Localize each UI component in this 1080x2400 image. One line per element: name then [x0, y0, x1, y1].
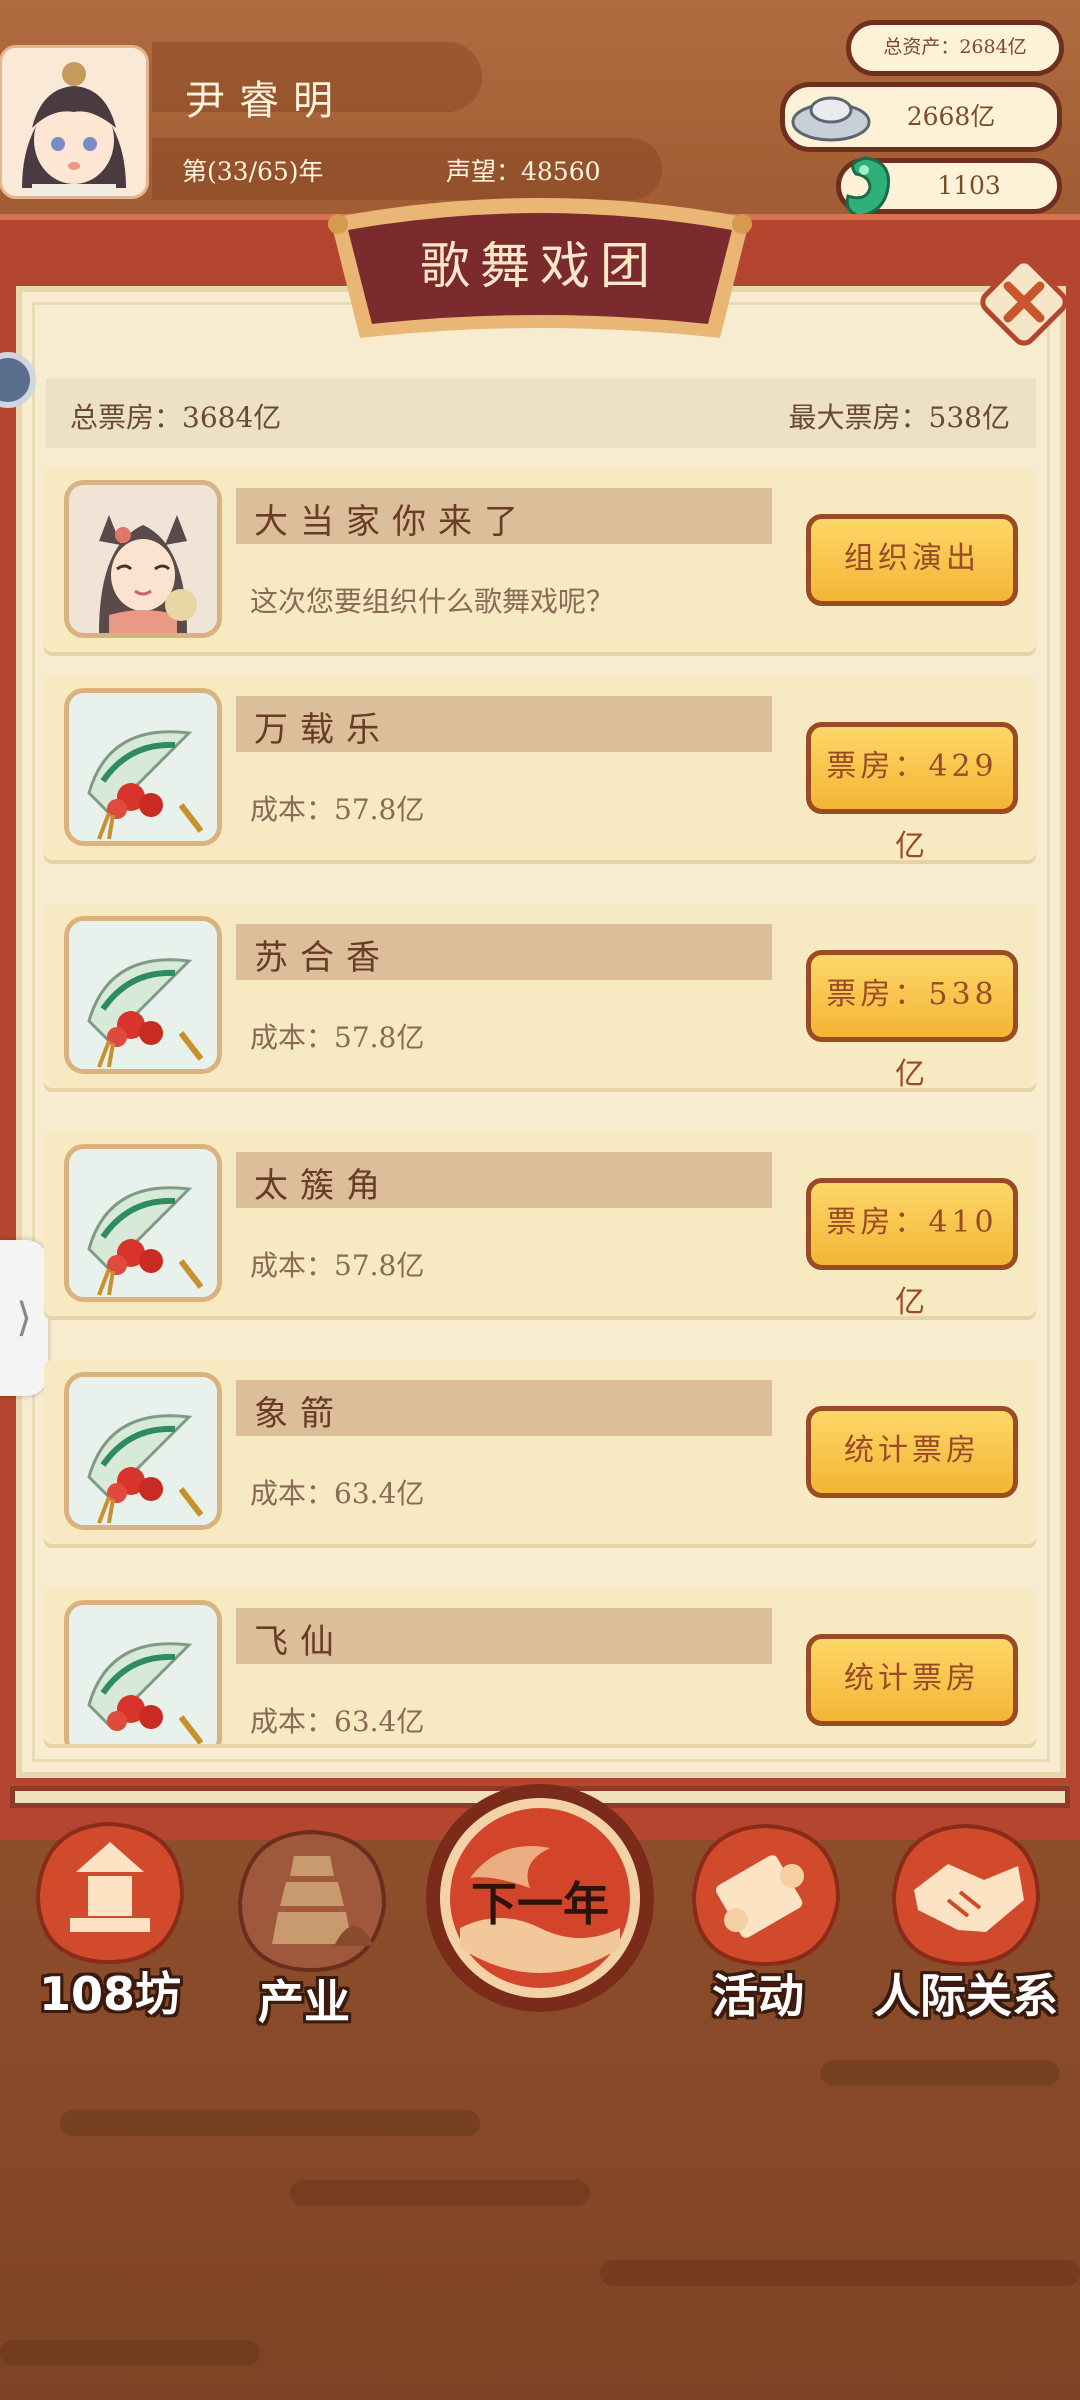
expand-tab[interactable]: ⟩: [0, 1240, 48, 1396]
character-portrait-icon: [64, 480, 222, 638]
panel-title: 歌舞戏团: [420, 237, 660, 295]
nav-108-fang[interactable]: 108坊: [32, 1818, 188, 2021]
year-counter: 第(33/65)年: [182, 157, 324, 186]
row-title: 万载乐: [254, 710, 392, 750]
scroll-icon: [691, 1823, 841, 1967]
fan-icon: [64, 1600, 222, 1744]
fan-icon: [64, 1144, 222, 1302]
fan-icon: [64, 688, 222, 846]
cloud-decoration: [60, 2110, 480, 2136]
box-office-button[interactable]: 票房：410亿: [806, 1178, 1018, 1320]
row-subtitle: 成本：57.8亿: [250, 1021, 425, 1054]
list-item: 大当家你来了 这次您要组织什么歌舞戏呢？ 组织演出: [44, 468, 1036, 652]
count-box-office-button[interactable]: 统计票房: [806, 1406, 1018, 1498]
count-box-office-button[interactable]: 统计票房: [806, 1634, 1018, 1726]
max-box-office: 最大票房：538亿: [788, 401, 1010, 434]
nav-industry[interactable]: 产业: [234, 1826, 390, 2029]
next-year-label: 下一年: [471, 1877, 609, 1931]
row-subtitle: 成本：57.8亿: [250, 1249, 425, 1282]
pavilion-icon: [35, 1821, 185, 1965]
fan-icon: [64, 916, 222, 1074]
row-subtitle: 成本：57.8亿: [250, 793, 425, 826]
player-avatar[interactable]: [2, 48, 146, 196]
total-assets-pill[interactable]: 总资产：2684亿: [846, 20, 1064, 76]
row-title: 飞仙: [254, 1622, 346, 1662]
prestige-value: 声望：48560: [446, 157, 601, 186]
list-item: 象箭 成本：63.4亿 统计票房: [44, 1360, 1036, 1544]
nav-label: 产业: [258, 1975, 350, 2029]
row-title: 象箭: [254, 1394, 346, 1434]
nav-relationships[interactable]: 人际关系: [874, 1820, 1058, 2023]
list-item: 苏合香 成本：57.8亿 票房：538亿: [44, 904, 1036, 1092]
row-title: 大当家你来了: [254, 502, 530, 542]
close-icon[interactable]: [974, 252, 1074, 352]
nav-label: 108坊: [38, 1967, 182, 2021]
cloud-decoration: [820, 2060, 1060, 2086]
jade-icon: [836, 152, 898, 222]
handshake-icon: [891, 1823, 1041, 1967]
box-office-button[interactable]: 票房：538亿: [806, 950, 1018, 1092]
list-item: 万载乐 成本：57.8亿 票房：429亿: [44, 676, 1036, 864]
silver-ingot-icon: [790, 88, 872, 144]
fan-icon: [64, 1372, 222, 1530]
total-box-office: 总票房：3684亿: [70, 401, 282, 434]
row-subtitle: 成本：63.4亿: [250, 1705, 425, 1738]
row-subtitle: 成本：63.4亿: [250, 1477, 425, 1510]
close-button[interactable]: [974, 252, 1074, 352]
row-subtitle: 这次您要组织什么歌舞戏呢？: [250, 585, 615, 618]
player-name: 尹睿明: [185, 78, 347, 124]
pagoda-icon: [237, 1829, 387, 1973]
row-title: 太簇角: [254, 1166, 392, 1206]
nav-label: 活动: [712, 1969, 804, 2023]
list-item: 飞仙 成本：63.4亿 统计票房: [44, 1588, 1036, 1744]
cloud-decoration: [0, 2340, 260, 2366]
cloud-decoration: [600, 2260, 1080, 2286]
cloud-decoration: [290, 2180, 590, 2206]
box-office-button[interactable]: 票房：429亿: [806, 722, 1018, 864]
nav-activities[interactable]: 活动: [688, 1820, 844, 2023]
row-title: 苏合香: [254, 938, 392, 978]
list-item: 太簇角 成本：57.8亿 票房：410亿: [44, 1132, 1036, 1320]
nav-label: 人际关系: [874, 1969, 1058, 2023]
organize-show-button[interactable]: 组织演出: [806, 514, 1018, 606]
